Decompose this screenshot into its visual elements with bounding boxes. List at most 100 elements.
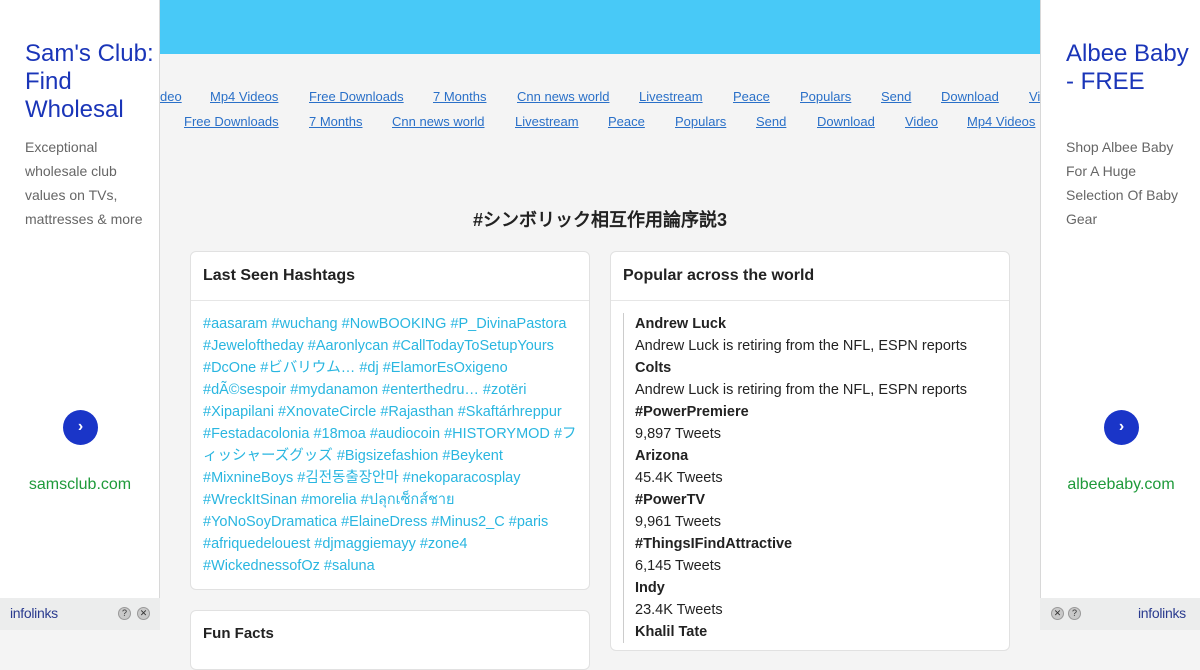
ad-footer-right: ✕ ? infolinks [1040,598,1200,630]
hashtag-link[interactable]: #Skaftárhreppur [458,404,562,420]
page-title: #シンボリック相互作用論序説3 [472,210,728,230]
nav-link-download[interactable]: Download [941,89,999,104]
ad-title[interactable]: Albee Baby - FREE [1066,40,1196,96]
hashtag-link[interactable]: #ElamorEsOxigeno [383,360,508,376]
hashtag-link[interactable]: #18moa [313,426,365,442]
nav-link-free-downloads[interactable]: Free Downloads [184,114,279,129]
trend-detail: 45.4K Tweets [635,470,723,486]
nav-row-secondary: Free Downloads 7 Months Cnn news world L… [160,114,1040,134]
nav-link-send[interactable]: Send [756,114,786,129]
help-icon[interactable]: ? [1068,607,1081,620]
nav-link-populars[interactable]: Populars [675,114,726,129]
close-icon[interactable]: ✕ [1051,607,1064,620]
hashtag-link[interactable]: #WreckItSinan [203,492,297,508]
nav-link-mp4-videos[interactable]: Mp4 Videos [210,89,278,104]
hashtag-link[interactable]: #djmaggiemayy [314,536,416,552]
trend-name[interactable]: Colts [635,357,1009,379]
nav-link-video[interactable]: Vi [1029,89,1040,104]
trend-detail: 6,145 Tweets [635,558,721,574]
hashtag-link[interactable]: #ElaineDress [341,514,427,530]
hashtag-link[interactable]: #zone4 [420,536,468,552]
hashtag-link[interactable]: #nekoparacosplay [403,470,521,486]
ad-title[interactable]: Sam's Club: Find Wholesal [25,40,155,124]
hashtag-link[interactable]: #Minus2_C [431,514,504,530]
hashtag-link[interactable]: #DcOne [203,360,256,376]
hashtag-link[interactable]: #dj [359,360,378,376]
nav-link-cnn-news-world[interactable]: Cnn news world [392,114,485,129]
hashtag-link[interactable]: #saluna [324,558,375,574]
hashtag-link[interactable]: #Bigsizefashion [337,448,439,464]
hashtag-link[interactable]: #CallTodayToSetupYours [392,338,554,354]
trend-name[interactable]: Indy [635,577,1009,599]
trend-list: Andrew Luck Andrew Luck is retiring from … [623,313,1009,643]
trend-name[interactable]: #PowerTV [635,489,1009,511]
hashtag-link[interactable]: #P_DivinaPastora [450,316,566,332]
trend-name[interactable]: #PowerPremiere [635,401,1009,423]
trend-name[interactable]: Andrew Luck [635,313,1009,335]
nav-link-livestream[interactable]: Livestream [515,114,579,129]
card-heading: Fun Facts [203,625,274,642]
hashtag-list: #aasaram #wuchang #NowBOOKING #P_DivinaP… [191,301,589,577]
hashtag-link[interactable]: #morelia [301,492,357,508]
hashtag-link[interactable]: #wuchang [272,316,338,332]
nav-link-video[interactable]: Video [905,114,938,129]
nav-link-download[interactable]: Download [817,114,875,129]
nav-link[interactable]: deo [160,89,182,104]
hashtag-link[interactable]: #XnovateCircle [278,404,376,420]
hashtag-link[interactable]: #audiocoin [370,426,440,442]
chevron-right-icon[interactable]: › [63,410,98,445]
hashtag-link[interactable]: #MixnineBoys [203,470,293,486]
card-heading: Popular across the world [611,252,1009,301]
hashtag-link[interactable]: #Aaronlycan [308,338,389,354]
help-icon[interactable]: ? [118,607,131,620]
nav-link-free-downloads[interactable]: Free Downloads [309,89,404,104]
hashtag-link[interactable]: #김전동출장안마 [297,470,398,486]
hashtag-link[interactable]: #Festadacolonia [203,426,309,442]
nav-link-cnn-news-world[interactable]: Cnn news world [517,89,610,104]
nav-link-peace[interactable]: Peace [733,89,770,104]
hashtag-link[interactable]: #Rajasthan [380,404,453,420]
nav-link-7-months[interactable]: 7 Months [433,89,486,104]
hashtag-link[interactable]: #mydanamon [290,382,378,398]
hashtag-link[interactable]: #zotëri [483,382,527,398]
ad-domain-link[interactable]: albeebaby.com [1041,476,1200,494]
ad-domain-link[interactable]: samsclub.com [0,476,160,494]
close-icon[interactable]: ✕ [137,607,150,620]
left-side-ad[interactable]: Sam's Club: Find Wholesal Exceptional wh… [0,0,160,598]
last-seen-hashtags-card: Last Seen Hashtags #aasaram #wuchang #No… [190,251,590,590]
chevron-right-icon[interactable]: › [1104,410,1139,445]
hashtag-link[interactable]: #aasaram [203,316,267,332]
hashtag-link[interactable]: #dÃ©sespoir [203,382,286,398]
trend-detail: 9,897 Tweets [635,426,721,442]
nav-link-populars[interactable]: Populars [800,89,851,104]
hashtag-link[interactable]: #Jeweloftheday [203,338,304,354]
hashtag-link[interactable]: #NowBOOKING [342,316,447,332]
trend-name[interactable]: Arizona [635,445,1009,467]
nav-link-livestream[interactable]: Livestream [639,89,703,104]
ad-footer-left: infolinks ? ✕ [0,598,160,630]
trend-detail: 23.4K Tweets [635,602,723,618]
trend-detail: Andrew Luck is retiring from the NFL, ES… [635,382,968,398]
hashtag-link[interactable]: #afriquedelouest [203,536,310,552]
nav-link-mp4-videos[interactable]: Mp4 Videos [967,114,1035,129]
hashtag-link[interactable]: #Xipapilani [203,404,274,420]
nav-link-send[interactable]: Send [881,89,911,104]
right-side-ad[interactable]: Albee Baby - FREE Shop Albee Baby For A … [1040,0,1200,598]
infolinks-logo[interactable]: infolinks [10,605,58,621]
hashtag-link[interactable]: #Beykent [442,448,502,464]
popular-across-world-card: Popular across the world Andrew Luck Andr… [610,251,1010,651]
hashtag-link[interactable]: #enterthedru… [382,382,479,398]
trend-name[interactable]: Khalil Tate [635,621,1009,643]
hashtag-link[interactable]: #YoNoSoyDramatica [203,514,337,530]
trend-name[interactable]: #ThingsIFindAttractive [635,533,1009,555]
hashtag-link[interactable]: #ビバリウム… [260,360,355,376]
nav-row-primary: deo Mp4 Videos Free Downloads 7 Months C… [160,89,1040,109]
hashtag-link[interactable]: #ปลุกเซ็กส์ชาย [361,492,455,508]
infolinks-logo[interactable]: infolinks [1138,605,1186,621]
nav-link-peace[interactable]: Peace [608,114,645,129]
hashtag-link[interactable]: #HISTORYMOD [444,426,550,442]
ad-description: Exceptional wholesale club values on TVs… [25,139,143,227]
nav-link-7-months[interactable]: 7 Months [309,114,362,129]
hashtag-link[interactable]: #WickednessofOz [203,558,320,574]
hashtag-link[interactable]: #paris [509,514,549,530]
